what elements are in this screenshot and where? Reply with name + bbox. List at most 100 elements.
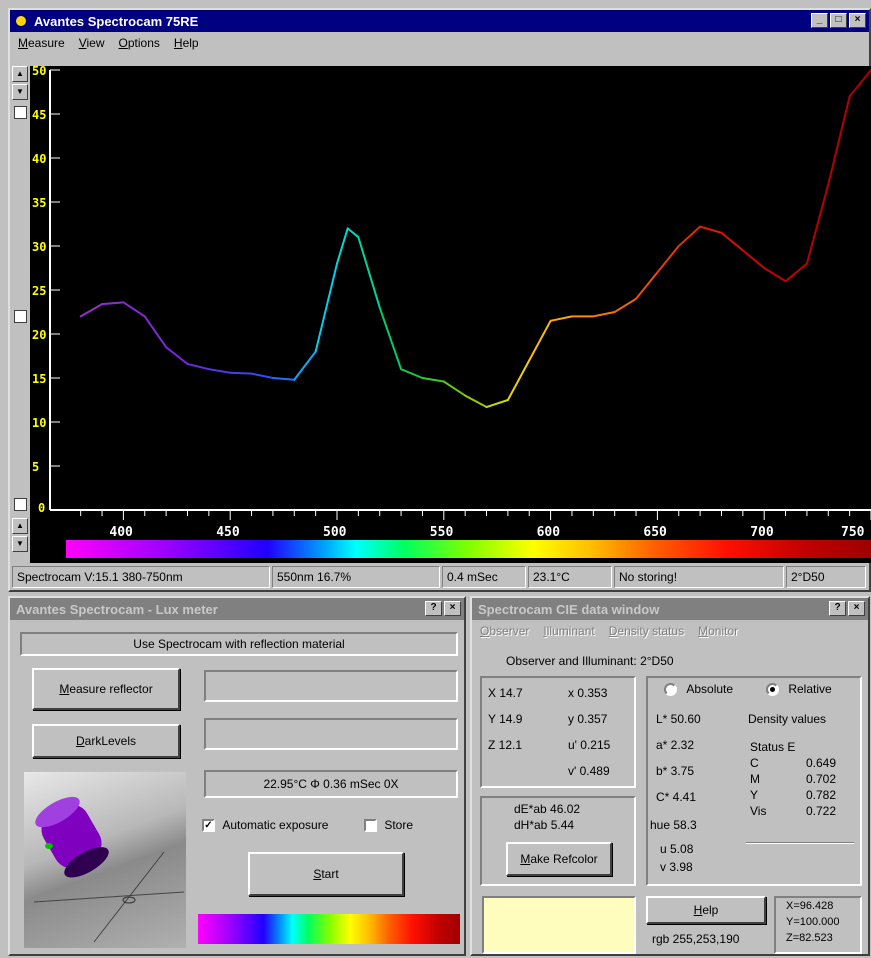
chroma-y: y 0.357	[568, 712, 608, 726]
auto-exposure-checkbox[interactable]: ✓ Automatic exposure	[202, 818, 328, 833]
menu-density-status[interactable]: Density status	[609, 624, 684, 638]
scroll-up-bottom-button[interactable]: ▲	[12, 518, 28, 534]
spectrum-curve-segment-9	[271, 377, 296, 381]
minimize-button[interactable]: _	[811, 13, 828, 28]
store-label: Store	[384, 818, 414, 832]
y-tick-label-8: 45	[32, 108, 46, 122]
density-key-2: Y	[750, 788, 759, 802]
spectrum-color-bar	[66, 540, 871, 558]
measure-reflector-button[interactable]: Measure reflector	[32, 668, 180, 710]
spectrum-curve-segment-22	[528, 319, 552, 362]
lux-title: Avantes Spectrocam - Lux meter	[16, 601, 218, 617]
scroll-down-bottom-button[interactable]: ▼	[12, 536, 28, 552]
spectrum-curve-segment-35	[805, 183, 830, 265]
chroma-x: x 0.353	[568, 686, 608, 700]
xyz-Y: Y 14.9	[488, 712, 523, 726]
lux-title-bar[interactable]: Avantes Spectrocam - Lux meter ? ×	[10, 598, 464, 620]
auto-exposure-check[interactable]: ✓	[202, 819, 215, 833]
spectrum-curve-segment-31	[720, 231, 744, 252]
spectrum-curve-segment-8	[250, 372, 274, 379]
density-key-1: M	[750, 772, 760, 786]
relative-radio-dot[interactable]	[766, 683, 779, 697]
mid-level-checkbox[interactable]	[14, 310, 27, 323]
y-tick-label-1: 10	[32, 416, 46, 430]
spectrum-curve-segment-15	[378, 306, 403, 371]
y-tick-label-5: 30	[32, 240, 46, 254]
lux-readout: 22.95°C Φ 0.36 mSec 0X	[204, 770, 458, 798]
main-title-bar[interactable]: Avantes Spectrocam 75RE _ □ ×	[10, 10, 869, 32]
spectrum-curve-segment-3	[143, 315, 168, 349]
cie-title-bar[interactable]: Spectrocam CIE data window ? ×	[472, 598, 868, 620]
x-tick-label-7: 750	[841, 525, 865, 540]
left-control-strip: ▲ ▼ ▲ ▼	[10, 66, 30, 568]
y-tick-label-2: 15	[32, 372, 46, 386]
top-level-checkbox[interactable]	[14, 106, 27, 119]
absolute-radio[interactable]: Absolute	[664, 682, 734, 697]
spectrum-curve-segment-28	[656, 245, 680, 274]
store-check[interactable]	[364, 819, 377, 833]
relative-radio[interactable]: Relative	[766, 682, 832, 697]
spectrum-curve-segment-30	[699, 225, 723, 234]
bottom-level-checkbox[interactable]	[14, 498, 27, 511]
menu-options[interactable]: Options	[119, 36, 160, 50]
cie-help-button[interactable]: ?	[829, 601, 846, 616]
rgb-readout: rgb 255,253,190	[652, 932, 740, 946]
spectrum-curve-segment-29	[677, 225, 702, 247]
y-tick-label-3: 20	[32, 328, 46, 342]
chroma-v: v' 0.489	[568, 764, 610, 778]
spectrum-curve-segment-20	[485, 399, 509, 409]
absolute-radio-dot[interactable]	[664, 683, 677, 697]
luv-v: v 3.98	[660, 860, 693, 874]
absolute-label: Absolute	[686, 682, 734, 696]
xyz-Z: Z 12.1	[488, 738, 523, 752]
spectrum-curve-segment-26	[613, 297, 638, 313]
lab-hue: hue 58.3	[650, 818, 697, 832]
spectrum-curve-segment-14	[357, 236, 381, 309]
spectrum-curve-segment-10	[293, 350, 317, 381]
density-value-2: 0.782	[806, 788, 837, 802]
cie-help-action-button[interactable]: Help	[646, 896, 766, 924]
lux-field-1	[204, 670, 458, 702]
scroll-up-top-button[interactable]: ▲	[12, 66, 28, 82]
x-tick-label-5: 650	[643, 525, 667, 540]
spectrum-curve-segment-36	[827, 95, 851, 186]
scroll-down-top-button[interactable]: ▼	[12, 84, 28, 100]
status-integration: 0.4 mSec	[442, 566, 526, 588]
menu-monitor[interactable]: Monitor	[698, 624, 738, 638]
chroma-u: u' 0.215	[568, 738, 611, 752]
relative-label: Relative	[788, 682, 832, 696]
close-button[interactable]: ×	[849, 13, 866, 28]
density-value-1: 0.702	[806, 772, 837, 786]
delta-h-ab: dH*ab 5.44	[514, 818, 575, 832]
density-key-0: C	[750, 756, 759, 770]
menu-illuminant[interactable]: Illuminant	[543, 624, 594, 638]
lab-b: b* 3.75	[656, 764, 695, 778]
white-point-Y: Y=100.000	[786, 916, 840, 928]
main-title: Avantes Spectrocam 75RE	[34, 13, 199, 29]
maximize-button[interactable]: □	[830, 13, 847, 28]
dark-levels-button[interactable]: DarkLevels	[32, 724, 180, 758]
cie-menubar: Observer Illuminant Density status Monit…	[472, 620, 868, 642]
lab-C: C* 4.41	[656, 790, 697, 804]
x-tick-label-6: 700	[750, 525, 774, 540]
lux-help-button[interactable]: ?	[425, 601, 442, 616]
spectrum-curve-segment-0	[79, 303, 104, 318]
density-value-3: 0.722	[806, 804, 837, 818]
spectrum-curve-segment-11	[314, 262, 338, 353]
store-checkbox[interactable]: Store	[364, 818, 414, 833]
lab-a: a* 2.32	[656, 738, 695, 752]
menu-measure[interactable]: Measure	[18, 36, 65, 50]
menu-view[interactable]: View	[79, 36, 105, 50]
menu-observer[interactable]: Observer	[480, 624, 529, 638]
lab-L: L* 50.60	[656, 712, 701, 726]
lux-close-button[interactable]: ×	[444, 601, 461, 616]
cie-close-button[interactable]: ×	[848, 601, 865, 616]
menu-help[interactable]: Help	[174, 36, 199, 50]
make-refcolor-button[interactable]: Make Refcolor	[506, 842, 612, 876]
luv-u: u 5.08	[660, 842, 694, 856]
spectrum-curve-segment-1	[101, 301, 125, 306]
main-menubar: Measure View Options Help	[10, 32, 869, 54]
y-tick-label-4: 25	[32, 284, 46, 298]
start-button[interactable]: Start	[248, 852, 404, 896]
x-tick-label-4: 600	[537, 525, 561, 540]
